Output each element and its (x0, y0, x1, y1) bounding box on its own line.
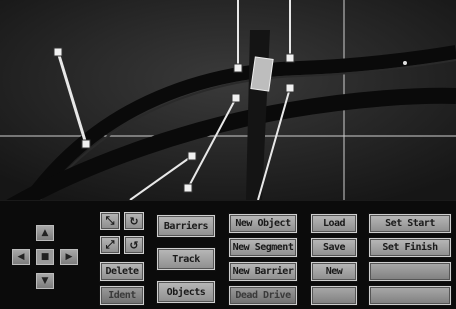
barriers-label: Barriers (163, 220, 209, 232)
set-start-label: Set Start (385, 218, 435, 229)
new-segment-button[interactable]: New Segment (229, 238, 297, 257)
control-handle[interactable] (233, 63, 243, 73)
new-segment-label: New Segment (232, 242, 294, 253)
dead-drive-button[interactable]: Dead Drive (229, 286, 297, 305)
control-handle[interactable] (187, 151, 197, 161)
new-object-button[interactable]: New Object (229, 214, 297, 233)
track-canvas[interactable] (0, 0, 456, 200)
shrink-button[interactable]: ⤡ (100, 212, 120, 230)
control-handle[interactable] (53, 47, 63, 57)
control-panel: ▲ ◀ ■ ▶ ▼ ⤡ ↻ ⤢ ↺ Delete Ident Barriers … (0, 200, 456, 309)
control-handle[interactable] (81, 139, 91, 149)
rotate-ccw-icon: ↺ (129, 238, 139, 252)
new-button[interactable]: New (311, 262, 357, 281)
set-start-button[interactable]: Set Start (369, 214, 451, 233)
arrow-down-icon: ▼ (41, 276, 49, 286)
arrow-up-icon: ▲ (41, 228, 49, 238)
marker-dot (403, 61, 407, 65)
new-barrier-button[interactable]: New Barrier (229, 262, 297, 281)
new-object-label: New Object (235, 218, 291, 229)
dead-drive-label: Dead Drive (235, 290, 291, 301)
barriers-mode-button[interactable]: Barriers (157, 215, 215, 237)
control-handle[interactable] (285, 83, 295, 93)
track-mode-button[interactable]: Track (157, 248, 215, 270)
pan-left-button[interactable]: ◀ (12, 249, 30, 265)
track-label: Track (172, 253, 200, 265)
pan-up-button[interactable]: ▲ (36, 225, 54, 241)
control-handle[interactable] (183, 183, 193, 193)
expand-icon: ⤢ (105, 238, 115, 251)
rotate-cw-icon: ↻ (129, 214, 139, 228)
control-handle[interactable] (231, 93, 241, 103)
arrow-right-icon: ▶ (65, 252, 73, 262)
rotate-cw-button[interactable]: ↻ (124, 212, 144, 230)
center-icon: ■ (40, 252, 50, 262)
objects-mode-button[interactable]: Objects (157, 281, 215, 303)
set-finish-label: Set Finish (382, 242, 438, 253)
track-viewport[interactable] (0, 0, 456, 200)
control-handle[interactable] (285, 53, 295, 63)
load-label: Load (322, 218, 346, 229)
pan-down-button[interactable]: ▼ (36, 273, 54, 289)
load-button[interactable]: Load (311, 214, 357, 233)
rotate-ccw-button[interactable]: ↺ (124, 236, 144, 254)
objects-label: Objects (166, 286, 206, 298)
pan-right-button[interactable]: ▶ (60, 249, 78, 265)
delete-label: Delete (105, 266, 139, 277)
file-extra-button[interactable] (311, 286, 357, 305)
ident-button[interactable]: Ident (100, 286, 144, 305)
right-column-button-3[interactable] (369, 262, 451, 281)
new-label: New (325, 266, 343, 277)
new-barrier-label: New Barrier (232, 266, 294, 277)
delete-button[interactable]: Delete (100, 262, 144, 281)
right-column-button-4[interactable] (369, 286, 451, 305)
set-finish-button[interactable]: Set Finish (369, 238, 451, 257)
arrow-left-icon: ◀ (17, 252, 25, 262)
save-label: Save (322, 242, 346, 253)
expand-button[interactable]: ⤢ (100, 236, 120, 254)
save-button[interactable]: Save (311, 238, 357, 257)
ident-label: Ident (108, 290, 136, 301)
pan-center-button[interactable]: ■ (36, 249, 54, 265)
shrink-icon: ⤡ (105, 214, 115, 227)
selected-object[interactable] (250, 56, 274, 92)
